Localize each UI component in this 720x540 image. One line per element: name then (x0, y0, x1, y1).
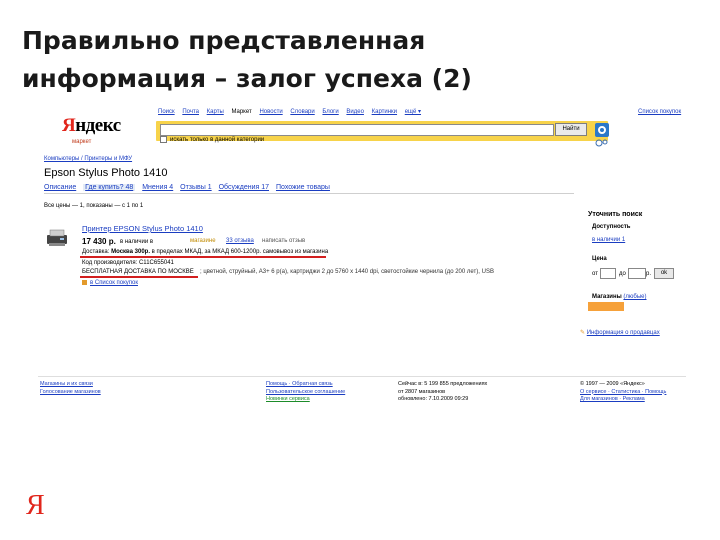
nav-item-current: Маркет (231, 109, 252, 115)
seller-info[interactable]: ✎ Информация о продавцах (580, 329, 660, 337)
info-icon: ✎ (580, 330, 586, 336)
offer-title-link[interactable]: Принтер EPSON Stylus Photo 1410 (82, 224, 203, 233)
price-to-input[interactable] (628, 268, 646, 279)
availability-label: Доступность (592, 224, 631, 230)
shops-any-link[interactable]: (любые) (623, 294, 646, 300)
nav-item-more[interactable]: ещё ▾ (405, 109, 421, 115)
nav-item[interactable]: Почта (182, 109, 199, 115)
logo-subtitle: маркет (72, 139, 92, 145)
shops-label: Магазины (592, 294, 622, 300)
slide-title: Правильно представленная информация – за… (22, 22, 622, 98)
yandex-logo[interactable]: Яндекс (62, 115, 122, 137)
tab-where-to-buy[interactable]: Где купить? 48 (83, 184, 136, 191)
instock-label: в наличии в (120, 239, 154, 245)
footer-link[interactable]: Новинки сервиса (266, 396, 345, 404)
footer-stat: от 2807 магазинов (398, 388, 446, 395)
tab-opinions[interactable]: Мнения 4 (142, 184, 173, 191)
footer-stat: обновлено: 7.10.2009 09:29 (398, 396, 469, 402)
tab-similar[interactable]: Похожие товары (276, 184, 330, 191)
nav-item[interactable]: Блоги (322, 109, 338, 115)
delivery-details: в пределах МКАД, за МКАД 600-1200р. само… (151, 249, 329, 255)
footer-col-4: © 1997 — 2009 «Яндекс» О сервисе · Стати… (580, 381, 666, 404)
refine-heading: Уточнить поиск (588, 211, 643, 218)
divider (44, 193, 574, 194)
offer-price: 17 430 р. (82, 237, 116, 246)
write-review-link[interactable]: написать отзыв (262, 237, 305, 245)
yandex-corner-logo: Я (26, 490, 45, 521)
checkbox-icon[interactable] (160, 136, 167, 143)
tab-reviews[interactable]: Отзывы 1 (180, 184, 211, 191)
nav-item[interactable]: Картинки (372, 109, 397, 115)
price-label: Цена (592, 256, 607, 262)
price-from-label: от (592, 271, 598, 277)
delivery-prefix: Доставка: (82, 249, 110, 255)
highlight-underline (80, 256, 326, 258)
top-nav: Поиск Почта Карты Маркет Новости Словари… (158, 108, 427, 116)
add-to-list-label[interactable]: в Список покупок (90, 280, 138, 286)
nav-item[interactable]: Новости (259, 109, 282, 115)
nav-item[interactable]: Видео (346, 109, 364, 115)
nav-item[interactable]: Поиск (158, 109, 175, 115)
search-button[interactable]: Найти (555, 123, 587, 136)
footer-link[interactable]: Для магазинов · Реклама (580, 396, 666, 404)
logo-letter: Я (62, 115, 76, 136)
offer-description: ; цветной, струйный, А3+ 6 p(a), картрид… (200, 269, 494, 275)
copyright: © 1997 — 2009 «Яндекс» (580, 381, 645, 387)
price-from-input[interactable] (600, 268, 616, 279)
footer-link[interactable]: Пользовательское соглашение (266, 389, 345, 397)
currency-label: р. (646, 271, 652, 277)
availability-filter[interactable]: в наличии 1 (592, 236, 625, 244)
footer-col-1: Магазины и их связи Голосование магазино… (40, 381, 101, 396)
shops-filter: Магазины (любые) (592, 293, 647, 301)
footer-divider (38, 376, 686, 377)
footer-col-3: Сейчас в: 5 199 855 предложениях от 2807… (398, 381, 487, 404)
breadcrumb[interactable]: Компьютеры / Принтеры и МФУ (44, 155, 132, 163)
footer-link[interactable]: Помощь · Обратная связь (266, 381, 345, 389)
highlight-underline (80, 276, 198, 278)
tab-description[interactable]: Описание (44, 184, 76, 191)
printer-thumbnail[interactable] (44, 228, 70, 248)
shopping-list-link[interactable]: Список покупок (638, 108, 681, 116)
price-ok-button[interactable]: ok (654, 268, 674, 279)
product-tabs: Описание Где купить? 48 Мнения 4 Отзывы … (44, 183, 335, 192)
shops-highlight (588, 302, 624, 311)
slide-title-line-1: Правильно представленная (22, 26, 426, 55)
delivery-info: Доставка: Москва 300р. в пределах МКАД, … (82, 248, 328, 256)
logo-text: ндекс (75, 115, 121, 136)
search-input[interactable] (160, 124, 554, 136)
footer-link[interactable]: Магазины и их связи (40, 381, 101, 389)
footer-col-2: Помощь · Обратная связь Пользовательское… (266, 381, 345, 404)
checkbox-label: искать только в данной категории (170, 137, 265, 144)
nav-item[interactable]: Карты (207, 109, 224, 115)
reviews-count-link[interactable]: 33 отзыва (226, 237, 254, 245)
footer-link[interactable]: Голосование магазинов (40, 389, 101, 397)
seller-info-link[interactable]: Информация о продавцах (587, 330, 660, 336)
footer-stat: Сейчас в: 5 199 855 предложениях (398, 381, 488, 387)
tools-icon[interactable] (594, 122, 610, 148)
list-icon (82, 279, 87, 285)
tab-discussions[interactable]: Обсуждения 17 (219, 184, 269, 191)
all-prices-summary: Все цены — 1, показаны — с 1 по 1 (44, 203, 144, 209)
manufacturer-code: Код производителя: С11С655041 (82, 260, 174, 266)
product-title: Epson Stylus Photo 1410 (44, 167, 168, 179)
category-only-checkbox[interactable]: искать только в данной категории (160, 136, 264, 144)
footer-link[interactable]: О сервисе · Статистика · Помощь (580, 389, 666, 397)
nav-item[interactable]: Словари (290, 109, 314, 115)
delivery-moscow: Москва 300р. (111, 249, 150, 255)
price-to-label: до (619, 271, 626, 277)
add-to-list-link[interactable]: в Список покупок (82, 279, 138, 287)
free-delivery-text: БЕСПЛАТНАЯ ДОСТАВКА ПО МОСКВЕ (82, 269, 194, 275)
shop-name[interactable]: магазине (190, 237, 216, 245)
slide-title-line-2: информация – залог успеха (2) (22, 64, 472, 93)
